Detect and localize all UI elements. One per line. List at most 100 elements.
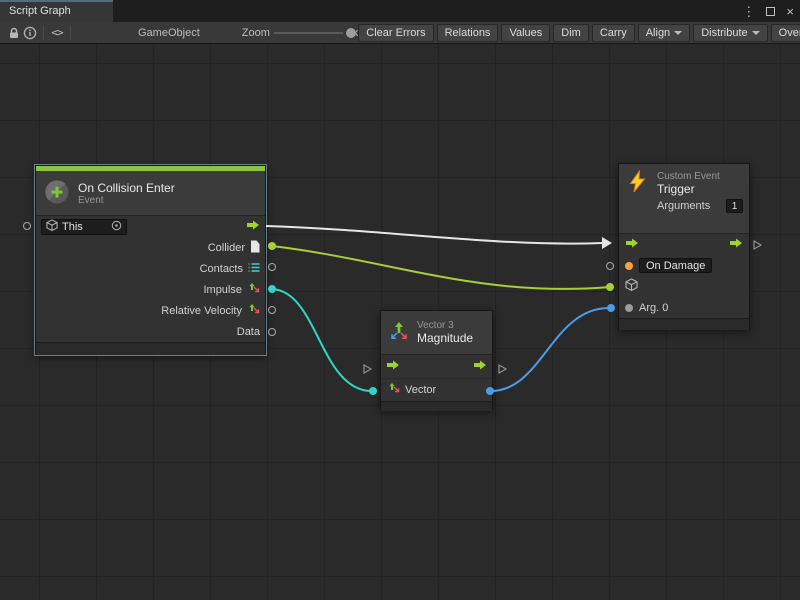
wire-flow-arrowhead: [602, 237, 612, 249]
node-header[interactable]: On Collision Enter Event: [36, 171, 265, 216]
lock-icon[interactable]: [6, 23, 22, 43]
port-magnitude-output[interactable]: [486, 387, 494, 395]
flow-output-icon[interactable]: [473, 359, 487, 374]
port-this-input[interactable]: [23, 222, 31, 230]
port-label: Arg. 0: [639, 302, 668, 314]
flow-input-icon[interactable]: [386, 359, 400, 374]
flow-row: [381, 355, 492, 379]
flow-row: [619, 234, 749, 255]
string-port-dot: [625, 262, 633, 270]
document-icon: [250, 240, 260, 256]
node-title: Magnitude: [417, 331, 473, 345]
relations-button[interactable]: Relations: [437, 24, 499, 42]
graph-canvas[interactable]: On Collision Enter Event This: [0, 44, 800, 600]
port-label: Impulse: [203, 284, 242, 296]
target-value: This: [62, 221, 107, 233]
tab-title: Script Graph: [9, 5, 71, 17]
port-row-gameobject: [619, 276, 749, 297]
port-target-gameobject-input[interactable]: [606, 283, 614, 291]
toolbar-buttons: Clear Errors Relations Values Dim Carry …: [358, 24, 800, 42]
node-subtitle: Event: [78, 195, 175, 206]
node-on-collision-enter[interactable]: On Collision Enter Event This: [35, 165, 266, 355]
port-row-collider: Collider: [36, 237, 265, 258]
vector-icon: [247, 303, 260, 319]
target-object-field[interactable]: This: [41, 219, 127, 235]
zoom-slider-track: [274, 32, 343, 34]
align-label: Align: [646, 27, 670, 39]
chevron-down-icon: [674, 31, 682, 35]
port-contacts-output[interactable]: [268, 263, 276, 271]
node-header[interactable]: Custom Event Trigger Arguments 1: [619, 164, 749, 234]
vector3-icon: [389, 321, 409, 344]
node-category: Vector 3: [417, 320, 473, 331]
more-menu-icon[interactable]: ⋮: [742, 5, 755, 18]
node-title: Trigger: [657, 182, 720, 196]
port-row-event-name: On Damage: [619, 255, 749, 276]
node-body: This Collider Contacts: [36, 216, 265, 342]
tab-script-graph[interactable]: Script Graph: [0, 0, 113, 22]
wire-control-flow[interactable]: [266, 226, 602, 244]
port-relative-velocity-output[interactable]: [268, 306, 276, 314]
zoom-label: Zoom: [242, 27, 270, 39]
port-event-name-input[interactable]: [606, 262, 614, 270]
dim-button[interactable]: Dim: [553, 24, 589, 42]
distribute-button[interactable]: Distribute: [693, 24, 767, 42]
wire-impulse-to-vector[interactable]: [272, 289, 372, 391]
port-row-vector: Vector: [381, 379, 492, 401]
lightning-icon: [626, 170, 649, 196]
port-row-target: This: [36, 216, 265, 237]
values-button[interactable]: Values: [501, 24, 550, 42]
port-arg0-input[interactable]: [607, 304, 615, 312]
wire-magnitude-to-arg0[interactable]: [491, 308, 609, 391]
info-icon[interactable]: [22, 23, 38, 43]
list-icon: [248, 262, 260, 276]
titlebar: Script Graph ⋮ ×: [0, 0, 800, 22]
vector-icon: [387, 382, 400, 398]
port-collider-output[interactable]: [268, 242, 276, 250]
port-label: Collider: [208, 242, 245, 254]
carry-button[interactable]: Carry: [592, 24, 635, 42]
vector-icon: [247, 282, 260, 298]
port-label: Relative Velocity: [161, 305, 242, 317]
flow-input-icon[interactable]: [625, 237, 639, 252]
arguments-field[interactable]: 1: [726, 199, 743, 213]
cube-icon: [625, 278, 638, 295]
wire-collider-to-gameobject[interactable]: [272, 246, 610, 289]
port-row-data: Data: [36, 321, 265, 342]
port-impulse-output[interactable]: [268, 285, 276, 293]
port-row-arg0: Arg. 0: [619, 297, 749, 318]
flow-in-marker-icon[interactable]: [362, 362, 372, 380]
flow-output-icon[interactable]: [246, 219, 260, 234]
cube-icon: [46, 219, 58, 235]
flow-out-marker-icon[interactable]: [497, 362, 507, 380]
node-category: Custom Event: [657, 171, 720, 182]
port-data-output[interactable]: [268, 328, 276, 336]
align-button[interactable]: Align: [638, 24, 690, 42]
object-picker-icon[interactable]: [111, 220, 122, 234]
node-trigger-custom-event[interactable]: Custom Event Trigger Arguments 1 On Dama…: [618, 163, 750, 330]
zoom-slider-handle[interactable]: [346, 28, 356, 38]
graph-toolbar: <> GameObject Zoom 1x Clear Errors Relat…: [0, 22, 800, 44]
node-header[interactable]: Vector 3 Magnitude: [381, 311, 492, 355]
node-title: On Collision Enter: [78, 181, 175, 195]
port-label: Contacts: [200, 263, 243, 275]
node-footer: [381, 401, 492, 411]
event-name-field[interactable]: On Damage: [639, 258, 712, 273]
port-row-impulse: Impulse: [36, 279, 265, 300]
close-icon[interactable]: ×: [786, 5, 794, 18]
overview-button[interactable]: Overv: [771, 24, 800, 42]
event-icon: [44, 179, 70, 208]
node-vector3-magnitude[interactable]: Vector 3 Magnitude Vector: [380, 310, 493, 410]
port-row-relative-velocity: Relative Velocity: [36, 300, 265, 321]
value-port-dot: [625, 304, 633, 312]
clear-errors-button[interactable]: Clear Errors: [358, 24, 433, 42]
gameobject-label: GameObject: [138, 27, 200, 39]
code-icon[interactable]: <>: [49, 23, 65, 43]
flow-output-icon[interactable]: [729, 237, 743, 252]
flow-out-marker-icon[interactable]: [752, 238, 762, 256]
port-row-contacts: Contacts: [36, 258, 265, 279]
window-controls: ⋮ ×: [742, 0, 794, 22]
maximize-icon[interactable]: [766, 5, 775, 18]
zoom-slider[interactable]: [274, 23, 343, 43]
port-vector-input[interactable]: [369, 387, 377, 395]
